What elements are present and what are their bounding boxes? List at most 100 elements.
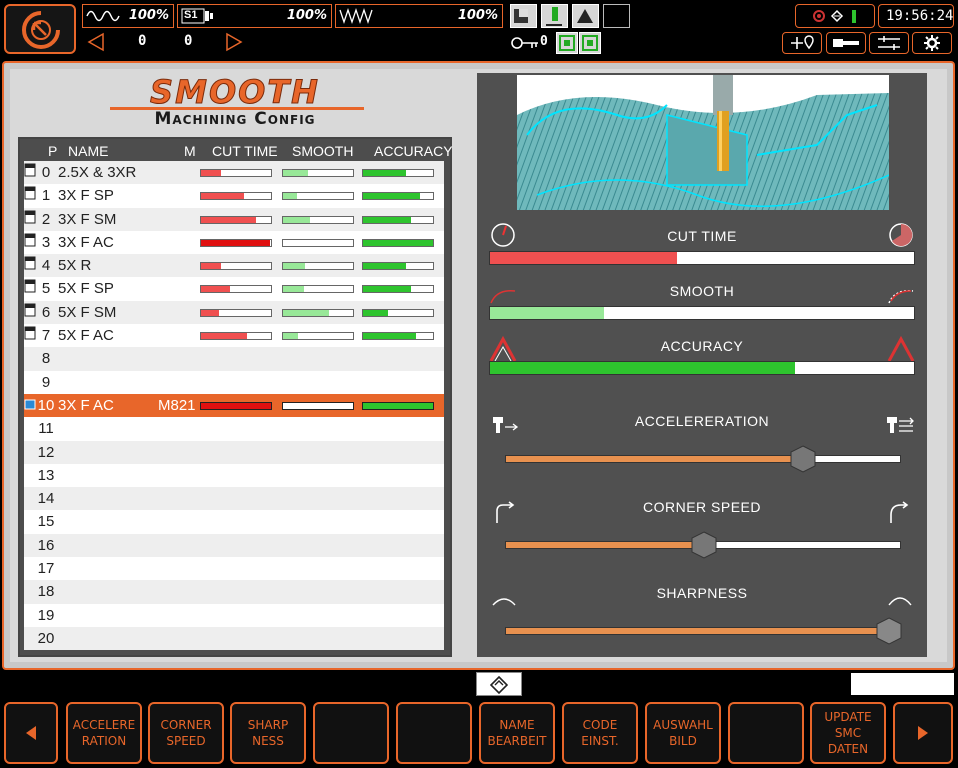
s1-override-value: 100% [286,8,327,23]
smooth-bar [489,306,915,320]
mode-tool-button[interactable] [541,4,568,28]
softkey-prev[interactable] [4,702,58,764]
settings-compare-button[interactable] [869,32,909,54]
mode-empty-button[interactable] [603,4,630,28]
table-row[interactable]: 13 [24,463,444,488]
table-row[interactable]: 3 3X F AC [24,230,444,255]
smooth-max-icon [888,290,914,304]
acceleration-slider-handle[interactable] [790,445,816,473]
table-row[interactable]: 8 [24,347,444,371]
row-cut-time-bar-fill [201,309,219,316]
clamp-left-button[interactable] [556,32,578,54]
table-row[interactable]: 19 [24,603,444,627]
row-smooth-bar [282,238,354,247]
softkey-next[interactable] [893,702,953,764]
accuracy-bar-fill [490,362,796,374]
prev-arrow-icon[interactable] [86,32,106,52]
softkey-5[interactable] [396,702,472,764]
table-row[interactable]: 4 5X R [24,254,444,278]
table-row[interactable]: 1 3X F SP [24,184,444,208]
tool-holder-button[interactable] [826,32,866,54]
row-p: 7 [41,327,51,345]
row-p: 5 [41,280,51,298]
mode-cutter-button[interactable] [572,4,599,28]
table-row[interactable]: 14 [24,487,444,511]
softkey-2[interactable]: CORNER SPEED [148,702,224,764]
row-accuracy-bar-fill [363,263,407,270]
row-cut-time-bar [200,215,272,224]
row-accuracy-bar [362,262,434,271]
softkey-6[interactable]: NAME BEARBEIT [479,702,555,764]
table-row[interactable]: 9 [24,370,444,394]
config-table: P NAME M CUT TIME SMOOTH ACCURACY 0 2.5X … [18,137,453,657]
row-name: 3X F SM [58,210,117,228]
row-smooth-bar-fill [283,170,308,176]
home-button[interactable] [4,4,76,54]
clamp-right-button[interactable] [579,32,601,54]
acceleration-slider[interactable] [505,445,901,473]
softkey-4[interactable] [313,702,389,764]
feed-override-meter: 100% [335,4,503,28]
network-icon [830,9,844,23]
table-row[interactable]: 6 5X F SM [24,300,444,325]
table-row[interactable]: 20 [24,626,444,651]
row-name: 5X F SM [58,303,117,321]
table-row[interactable]: 15 [24,510,444,534]
softkey-label: CODE EINST. [581,718,619,748]
table-row[interactable]: 11 [24,417,444,441]
softkey-8[interactable]: AUSWAHL BILD [645,702,721,764]
row-accuracy-bar [362,192,434,201]
softkey-9[interactable] [728,702,804,764]
row-p: 9 [41,373,51,391]
corner-speed-slider-fill [506,542,703,548]
corner-speed-slider-handle[interactable] [691,531,717,559]
row-smooth-bar [282,215,354,224]
table-row[interactable]: 16 [24,533,444,558]
header-p: P [48,143,58,159]
row-smooth-bar-fill [283,309,329,316]
sharpness-label: SHARPNESS [656,585,748,601]
edit-mode-button[interactable] [476,672,522,696]
sharpness-slider-handle[interactable] [876,617,902,645]
settings-button[interactable] [912,32,952,54]
row-p: 13 [37,466,55,484]
main-inner: SMOOTH Machining Config P NAME M CUT TIM… [10,69,947,662]
position-button[interactable] [782,32,822,54]
header-m: M [184,143,196,159]
accuracy-bar [489,361,915,375]
table-header: P NAME M CUT TIME SMOOTH ACCURACY [20,141,453,161]
softkey-1[interactable]: ACCELERE RATION [66,702,142,764]
row-accuracy-bar-fill [363,193,421,200]
header-name: NAME [68,143,109,159]
row-accuracy-bar [362,169,434,177]
table-row[interactable]: 17 [24,557,444,581]
left-arrow-icon [26,726,36,740]
table-row[interactable]: 12 [24,440,444,464]
softkey-10[interactable]: UPDATE SMC DATEN [810,702,886,764]
table-row[interactable]: 5 5X F SP [24,277,444,301]
row-p: 14 [37,490,55,508]
row-p: 11 [38,420,54,438]
table-row[interactable]: 7 5X F AC [24,324,444,348]
diamond-icon [490,676,508,694]
row-accuracy-bar-fill [363,216,411,223]
page-title: SMOOTH [150,73,320,112]
table-row[interactable]: 2 3X F SM [24,207,444,231]
softkey-3[interactable]: SHARP NESS [230,702,306,764]
row-cut-time-bar-fill [201,239,270,246]
corner-speed-slider[interactable] [505,531,901,559]
table-row[interactable]: 18 [24,580,444,604]
row-accuracy-bar-fill [363,170,407,176]
row-smooth-bar-fill [283,286,304,293]
sharpness-slider[interactable] [505,617,902,645]
status-indicator-box[interactable] [795,4,875,28]
table-row[interactable]: 0 2.5X & 3XR [24,161,444,185]
table-row[interactable]: 10 3X F AC M821 [24,393,444,418]
row-p: 18 [37,583,55,601]
softkey-7[interactable]: CODE EINST. [562,702,638,764]
mode-workpiece-button[interactable] [510,4,537,28]
softkey-label: AUSWAHL BILD [653,718,713,748]
clamp-icon [582,35,598,51]
header-smooth: SMOOTH [292,143,354,159]
next-arrow-icon[interactable] [224,32,244,52]
